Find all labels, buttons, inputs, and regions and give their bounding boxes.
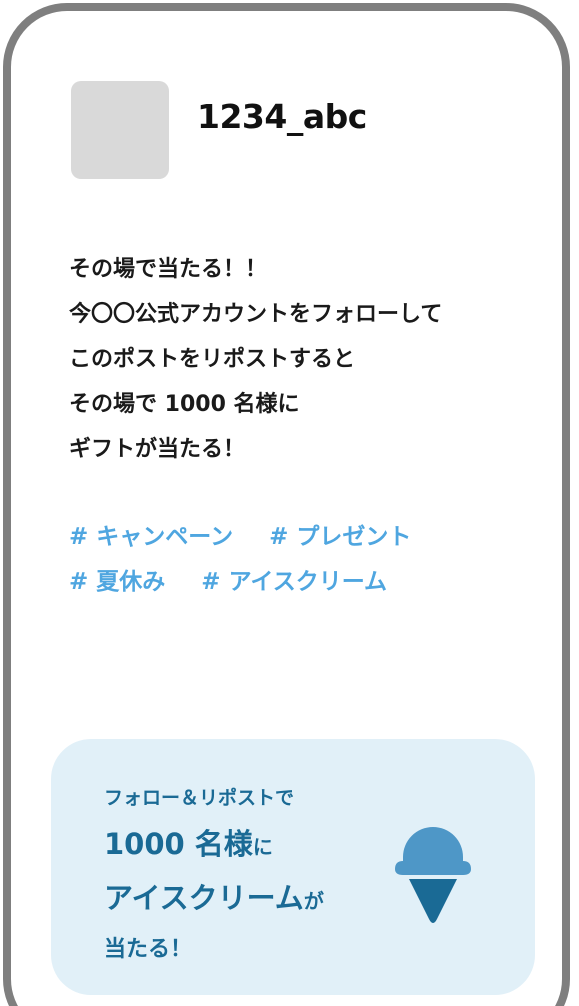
username[interactable]: 1234_abc: [197, 97, 367, 136]
post-line: このポストをリポストすると: [69, 347, 356, 372]
hashtag-summer-vacation[interactable]: # 夏休み: [69, 560, 165, 605]
post-line: 今〇〇公式アカウントをフォローして: [69, 302, 443, 327]
post-text: その場で当たる！！ 今〇〇公式アカウントをフォローして このポストをリポストする…: [69, 247, 549, 472]
post-line: その場で当たる！！: [69, 257, 268, 282]
promo-subtitle: フォロー＆リポストで: [104, 787, 295, 809]
ice-cream-icon: [395, 827, 471, 923]
hashtag-campaign[interactable]: # キャンペーン: [69, 515, 233, 560]
promo-particle: に: [252, 835, 273, 859]
hashtag-list: # キャンペーン # プレゼント # 夏休み # アイスクリーム: [69, 515, 549, 605]
hashtag-present[interactable]: # プレゼント: [269, 515, 411, 560]
promo-headline-1: 1000 名様に: [104, 821, 273, 863]
post-line: その場で 1000 名様に: [69, 392, 300, 417]
promo-headline-3: 当たる！: [104, 937, 193, 962]
hashtag-ice-cream[interactable]: # アイスクリーム: [201, 560, 387, 605]
promo-particle: が: [303, 889, 324, 913]
promo-card[interactable]: フォロー＆リポストで 1000 名様に アイスクリームが 当たる！: [51, 739, 535, 995]
phone-frame: 1234_abc その場で当たる！！ 今〇〇公式アカウントをフォローして このポ…: [3, 3, 570, 1006]
promo-prize: アイスクリーム: [104, 881, 304, 915]
promo-headline-2: アイスクリームが: [104, 875, 324, 917]
promo-count: 1000 名様: [104, 827, 253, 861]
avatar[interactable]: [71, 81, 169, 179]
post-line: ギフトが当たる！: [69, 437, 246, 462]
